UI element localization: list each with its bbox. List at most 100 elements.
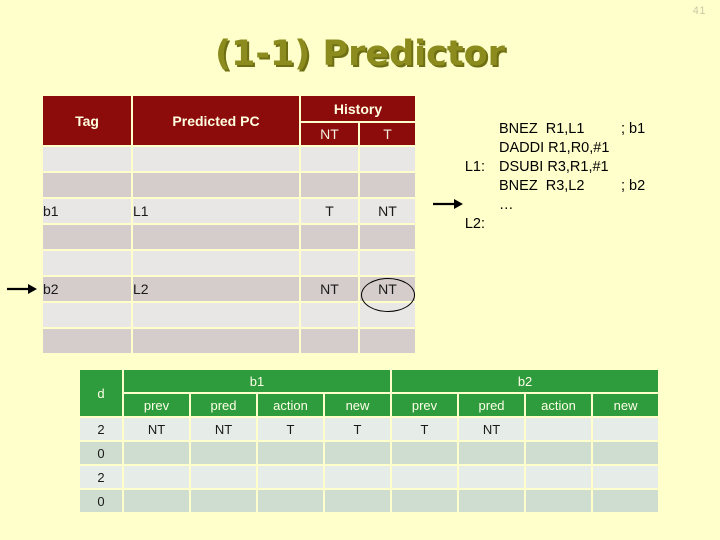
- cell-b2-new: [593, 466, 659, 488]
- cell-d: 0: [80, 490, 122, 512]
- trace-table-body: 2 NT NT T T T NT 0 2 0: [80, 418, 659, 512]
- cell-predicted-pc: [133, 251, 299, 275]
- cell-tag: b1: [43, 199, 131, 223]
- column-header-predicted-pc: Predicted PC: [133, 96, 299, 145]
- column-header-tag: Tag: [43, 96, 131, 145]
- cell-history-nt: T: [301, 199, 358, 223]
- column-header-b1-new: new: [325, 394, 391, 416]
- column-header-history-nt: NT: [301, 123, 358, 145]
- cell-history-t: NT: [360, 277, 416, 301]
- code-instruction: BNEZ R1,L1: [499, 121, 585, 137]
- code-listing: BNEZ R1,L1 ; b1 DADDI R1,R0,#1 L1: DSUBI R3,…: [455, 120, 645, 234]
- cell-b1-prev: [124, 490, 189, 512]
- cell-b1-pred: [191, 490, 256, 512]
- cell-predicted-pc: [133, 303, 299, 327]
- cell-history-nt: NT: [301, 277, 358, 301]
- cell-b2-new: [593, 418, 659, 440]
- cell-predicted-pc: [133, 173, 299, 197]
- cell-history-t: [360, 251, 416, 275]
- cell-d: 2: [80, 466, 122, 488]
- page-number: 41: [692, 5, 706, 17]
- cell-b1-action: [258, 490, 323, 512]
- cell-history-t: [360, 173, 416, 197]
- code-instruction: BNEZ R3,L2: [499, 178, 585, 194]
- cell-predicted-pc: [133, 329, 299, 353]
- column-header-b1-prev: prev: [124, 394, 189, 416]
- cell-b2-prev: [392, 490, 458, 512]
- cell-d: 0: [80, 442, 122, 464]
- column-header-b2-action: action: [526, 394, 592, 416]
- cell-tag: b2: [43, 277, 131, 301]
- code-line: BNEZ R1,L1 ; b1: [455, 120, 645, 139]
- trace-table: d b1 b2 prev pred action new prev pred action n…: [78, 368, 660, 514]
- cell-b2-action: [526, 466, 592, 488]
- cell-history-nt: [301, 173, 358, 197]
- trace-table-row: 0: [80, 442, 659, 464]
- code-line: DADDI R1,R0,#1: [455, 139, 645, 158]
- column-header-d: d: [80, 370, 122, 416]
- cell-b1-action: [258, 442, 323, 464]
- column-group-header-b2: b2: [392, 370, 659, 392]
- predictor-table-row: [43, 147, 416, 171]
- cell-d: 2: [80, 418, 122, 440]
- code-label: L1:: [464, 159, 485, 175]
- cell-b1-pred: [191, 466, 256, 488]
- cell-history-t: [360, 147, 416, 171]
- predictor-table: Tag Predicted PC History NT T b1 L1 T NT b2 L…: [41, 94, 417, 355]
- cell-history-t: [360, 303, 416, 327]
- column-header-history-t: T: [360, 123, 416, 145]
- cell-history-t: [360, 329, 416, 353]
- code-instruction: …: [499, 197, 514, 213]
- trace-table-head: d b1 b2 prev pred action new prev pred action n…: [80, 370, 659, 416]
- code-instruction: DADDI R1,R0,#1: [499, 140, 610, 156]
- column-group-header-b1: b1: [124, 370, 391, 392]
- predictor-table-row: [43, 173, 416, 197]
- cell-b1-new: [325, 490, 391, 512]
- cell-tag: [43, 225, 131, 249]
- cell-tag: [43, 147, 131, 171]
- column-header-b2-new: new: [593, 394, 659, 416]
- column-header-b1-pred: pred: [191, 394, 256, 416]
- predictor-header-row-top: Tag Predicted PC History: [43, 96, 416, 145]
- code-line: …: [455, 196, 645, 215]
- cell-b2-new: [593, 442, 659, 464]
- cell-history-t: NT: [360, 199, 416, 223]
- cell-b1-pred: [191, 442, 256, 464]
- cell-b1-prev: [124, 442, 189, 464]
- trace-header-row-sub: prev pred action new prev pred action new: [80, 394, 659, 416]
- predictor-table-row: b2 L2 NT NT: [43, 277, 416, 301]
- cell-b2-pred: [459, 442, 525, 464]
- trace-table-row: 2 NT NT T T T NT: [80, 418, 659, 440]
- predictor-table-head: Tag Predicted PC History NT T: [43, 96, 416, 145]
- trace-table-row: 2: [80, 466, 659, 488]
- code-label: L2:: [464, 216, 485, 232]
- cell-history-nt: [301, 329, 358, 353]
- cell-b2-pred: NT: [459, 418, 525, 440]
- cell-b2-prev: [392, 466, 458, 488]
- cell-history-nt: [301, 251, 358, 275]
- predictor-table-row: [43, 329, 416, 353]
- cell-predicted-pc: [133, 225, 299, 249]
- cell-b2-prev: [392, 442, 458, 464]
- code-line: L2:: [455, 215, 645, 234]
- predictor-table-row: [43, 303, 416, 327]
- page-title: (1-1) Predictor: [215, 34, 505, 74]
- trace-header-row-top: d b1 b2: [80, 370, 659, 416]
- predictor-table-body: b1 L1 T NT b2 L2 NT NT: [43, 147, 416, 353]
- cell-tag: [43, 173, 131, 197]
- code-line: L1: DSUBI R3,R1,#1: [455, 158, 645, 177]
- predictor-table-row: [43, 225, 416, 249]
- code-comment: ; b1: [621, 121, 646, 137]
- cell-b1-new: T: [325, 418, 391, 440]
- trace-table-row: 0: [80, 490, 659, 512]
- code-line: BNEZ R3,L2 ; b2: [455, 177, 645, 196]
- cell-predicted-pc: L2: [133, 277, 299, 301]
- column-header-b2-prev: prev: [392, 394, 458, 416]
- predictor-table-row: [43, 251, 416, 275]
- cell-b1-action: T: [258, 418, 323, 440]
- cell-b1-new: [325, 466, 391, 488]
- cell-history-nt: [301, 147, 358, 171]
- cell-history-nt: [301, 225, 358, 249]
- cell-predicted-pc: L1: [133, 199, 299, 223]
- cell-b1-prev: [124, 466, 189, 488]
